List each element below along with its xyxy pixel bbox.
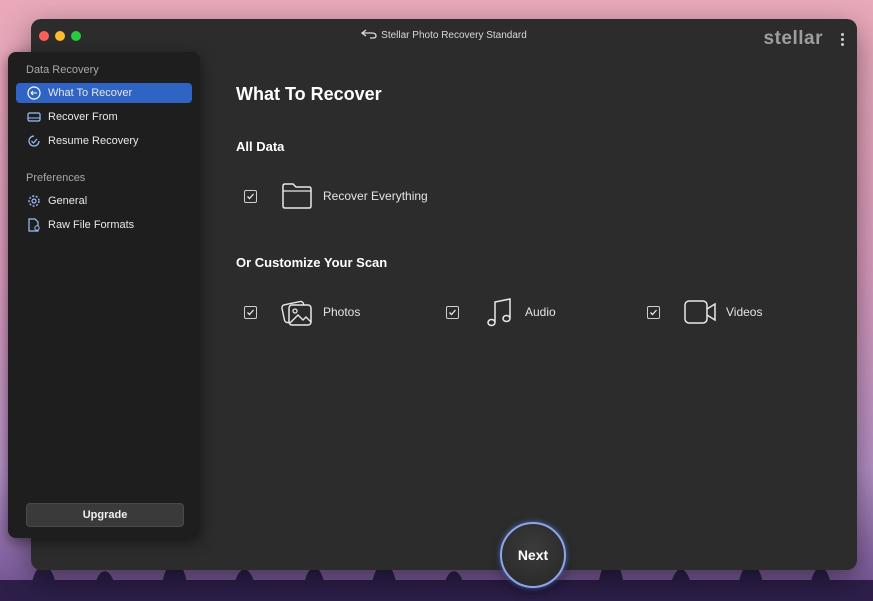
music-note-icon: [481, 294, 517, 330]
sidebar-item-general[interactable]: General: [16, 191, 192, 211]
section-label-data-recovery: Data Recovery: [26, 64, 99, 76]
recover-everything-checkbox[interactable]: [244, 189, 257, 203]
recover-everything-label: Recover Everything: [323, 189, 428, 203]
video-camera-icon: [682, 294, 718, 330]
sidebar-item-what-to-recover[interactable]: What To Recover: [16, 83, 192, 103]
photos-icon: [279, 294, 315, 330]
videos-option[interactable]: Videos: [647, 294, 762, 330]
audio-option[interactable]: Audio: [446, 294, 556, 330]
window-title: Stellar Photo Recovery Standard: [31, 29, 857, 42]
videos-checkbox[interactable]: [647, 305, 660, 319]
photos-checkbox[interactable]: [244, 305, 257, 319]
photos-option[interactable]: Photos: [244, 294, 360, 330]
sidebar-item-label: Raw File Formats: [48, 219, 135, 231]
window-title-text: Stellar Photo Recovery Standard: [381, 30, 527, 42]
sidebar-item-label: General: [48, 195, 88, 207]
sidebar-item-label: What To Recover: [48, 87, 133, 99]
all-data-heading: All Data: [236, 139, 285, 154]
file-settings-icon: [26, 217, 42, 233]
folder-icon: [279, 178, 315, 214]
sidebar-item-label: Recover From: [48, 111, 118, 123]
customize-scan-heading: Or Customize Your Scan: [236, 255, 388, 270]
recover-everything-option[interactable]: Recover Everything: [244, 178, 428, 214]
page-title: What To Recover: [236, 84, 382, 104]
gear-icon: [26, 193, 42, 209]
upgrade-button[interactable]: Upgrade: [26, 503, 184, 527]
sidebar-item-label: Resume Recovery: [48, 135, 139, 147]
next-button[interactable]: Next: [500, 522, 566, 588]
back-arrow-icon[interactable]: [361, 29, 377, 42]
sidebar-item-raw-file-formats[interactable]: Raw File Formats: [16, 215, 192, 235]
audio-label: Audio: [525, 305, 556, 319]
sidebar-item-recover-from[interactable]: Recover From: [16, 107, 192, 127]
sidebar: Data Recovery What To Recover Recover Fr…: [8, 52, 200, 538]
photos-label: Photos: [323, 305, 361, 319]
more-options-icon[interactable]: [841, 33, 845, 48]
audio-checkbox[interactable]: [446, 305, 459, 319]
title-bar: Stellar Photo Recovery Standard stellar: [31, 19, 857, 53]
drive-icon: [26, 109, 42, 125]
videos-label: Videos: [726, 305, 763, 319]
sidebar-item-resume-recovery[interactable]: Resume Recovery: [16, 131, 192, 151]
resume-icon: [26, 133, 42, 149]
section-label-preferences: Preferences: [26, 172, 86, 184]
stellar-logo: stellar: [763, 28, 823, 49]
target-icon: [26, 85, 42, 101]
